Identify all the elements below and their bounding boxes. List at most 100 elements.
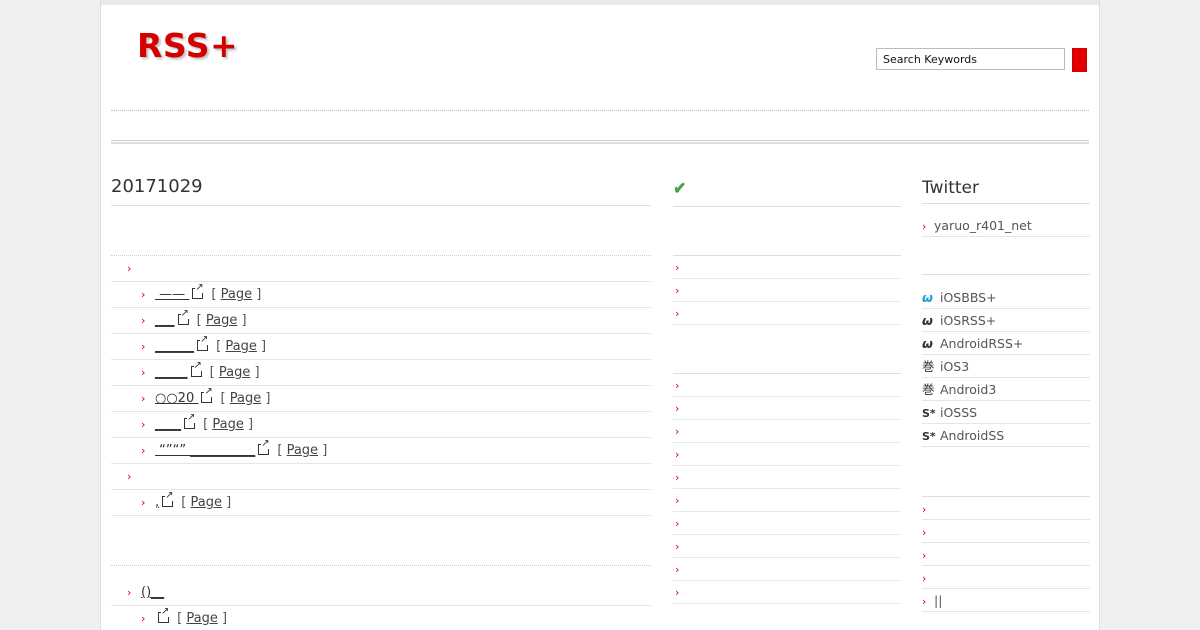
scroll-icon: 巻	[922, 382, 935, 397]
chevron-right-icon: ›	[922, 549, 927, 562]
chevron-right-icon: ›	[127, 262, 132, 275]
app-label: Android3	[940, 382, 997, 397]
chevron-right-icon: ›	[127, 586, 132, 599]
list-item[interactable]: ›	[673, 279, 901, 302]
external-link-icon[interactable]	[184, 413, 196, 429]
chevron-right-icon: ›	[141, 340, 146, 353]
ss-icon: S*	[922, 430, 936, 443]
article-link[interactable]: ____	[155, 417, 181, 432]
chevron-right-icon: ›	[141, 392, 146, 405]
list-item[interactable]: ›	[673, 512, 901, 535]
external-link-icon[interactable]	[158, 607, 170, 623]
external-link-icon[interactable]	[258, 439, 270, 455]
article-link[interactable]: ______	[155, 339, 194, 354]
page-link[interactable]: Page	[206, 313, 237, 328]
list-item: ›____ [ Page ]	[111, 412, 651, 438]
list-item[interactable]: ›	[922, 497, 1090, 520]
app-link[interactable]: ω AndroidRSS+	[922, 332, 1090, 355]
page: RSS+ 20171029 › › —— [ Page ] ›___ [ Pag…	[100, 0, 1100, 630]
external-link-icon[interactable]	[192, 283, 204, 299]
category-link[interactable]: ()__	[141, 585, 164, 600]
chevron-right-icon: ›	[675, 540, 680, 553]
app-link[interactable]: 巻 Android3	[922, 378, 1090, 401]
page-link[interactable]: Page	[225, 339, 256, 354]
search-input[interactable]	[876, 48, 1065, 70]
article-link[interactable]: “”“” __________	[155, 443, 255, 458]
list-item[interactable]: ›	[673, 443, 901, 466]
app-link[interactable]: S* iOSSS	[922, 401, 1090, 424]
chevron-right-icon: ›	[675, 448, 680, 461]
category-row[interactable]: ›	[111, 464, 651, 490]
external-link-icon[interactable]	[201, 387, 213, 403]
chevron-right-icon: ›	[922, 220, 927, 233]
chevron-right-icon: ›	[922, 526, 927, 539]
spacer	[673, 325, 901, 374]
article-link[interactable]: ——	[155, 287, 189, 302]
list-item[interactable]: ›	[673, 420, 901, 443]
app-label: AndroidSS	[940, 428, 1005, 443]
list-item[interactable]: ›	[673, 489, 901, 512]
page-link[interactable]: Page	[219, 365, 250, 380]
page-link[interactable]: Page	[230, 391, 261, 406]
list-item[interactable]: ›	[673, 535, 901, 558]
app-label: iOSSS	[940, 405, 978, 420]
page-link[interactable]: Page	[221, 287, 252, 302]
list-item[interactable]: ›	[922, 543, 1090, 566]
external-link-icon[interactable]	[162, 491, 174, 507]
list-item: ›, [ Page ]	[111, 490, 651, 516]
top-border	[101, 0, 1099, 5]
article-link[interactable]: _____	[155, 365, 188, 380]
list-item[interactable]: ›	[673, 397, 901, 420]
external-link-icon[interactable]	[197, 335, 209, 351]
list-item: ›_____ [ Page ]	[111, 360, 651, 386]
chevron-right-icon: ›	[141, 366, 146, 379]
app-link[interactable]: ω iOSBBS+	[922, 286, 1090, 309]
list-item: › —— [ Page ]	[111, 282, 651, 308]
category-row[interactable]: ›	[111, 256, 651, 282]
external-link-icon[interactable]	[190, 361, 202, 377]
spacer	[922, 447, 1090, 497]
list-item[interactable]: ›	[922, 520, 1090, 543]
article-link[interactable]: ___	[155, 313, 175, 328]
site-logo[interactable]: RSS+	[137, 26, 238, 65]
omega-icon: ω	[922, 336, 933, 351]
omega-icon: ω	[922, 290, 933, 305]
nav-bar	[111, 140, 1089, 144]
app-label: iOSRSS+	[940, 313, 997, 328]
app-link[interactable]: 巻 iOS3	[922, 355, 1090, 378]
list-item[interactable]: ›	[673, 558, 901, 581]
list-item: › [ Page ]	[111, 606, 651, 630]
list-item[interactable]: › ||	[922, 589, 1090, 612]
external-link-icon[interactable]	[177, 309, 189, 325]
category-row[interactable]: › ()__	[111, 566, 651, 606]
chevron-right-icon: ›	[675, 284, 680, 297]
list-item[interactable]: ›	[922, 566, 1090, 589]
chevron-right-icon: ›	[141, 288, 146, 301]
list-item[interactable]: ›	[673, 256, 901, 279]
spacer	[111, 206, 651, 256]
chevron-right-icon: ›	[141, 444, 146, 457]
page-link[interactable]: Page	[191, 495, 222, 510]
app-link[interactable]: S* AndroidSS	[922, 424, 1090, 447]
list-item[interactable]: ›	[673, 374, 901, 397]
twitter-account-link[interactable]: › yaruo_r401_net	[922, 214, 1090, 237]
app-link[interactable]: ω iOSRSS+	[922, 309, 1090, 332]
app-label: iOS3	[940, 359, 970, 374]
chevron-right-icon: ›	[675, 471, 680, 484]
article-link[interactable]: ,	[155, 495, 159, 510]
chevron-right-icon: ›	[675, 517, 680, 530]
page-link[interactable]: Page	[287, 443, 318, 458]
chevron-right-icon: ›	[141, 418, 146, 431]
check-header: ✔	[673, 172, 901, 207]
list-item[interactable]: ›	[673, 581, 901, 604]
article-link[interactable]: ○○20	[155, 391, 198, 406]
page-link[interactable]: Page	[186, 611, 217, 626]
list-item: ›______ [ Page ]	[111, 334, 651, 360]
list-item[interactable]: ›	[673, 466, 901, 489]
page-title: 20171029	[111, 172, 651, 206]
search-button[interactable]	[1072, 48, 1087, 72]
chevron-right-icon: ›	[675, 402, 680, 415]
list-item: › “”“” __________ [ Page ]	[111, 438, 651, 464]
page-link[interactable]: Page	[212, 417, 243, 432]
list-item[interactable]: ›	[673, 302, 901, 325]
